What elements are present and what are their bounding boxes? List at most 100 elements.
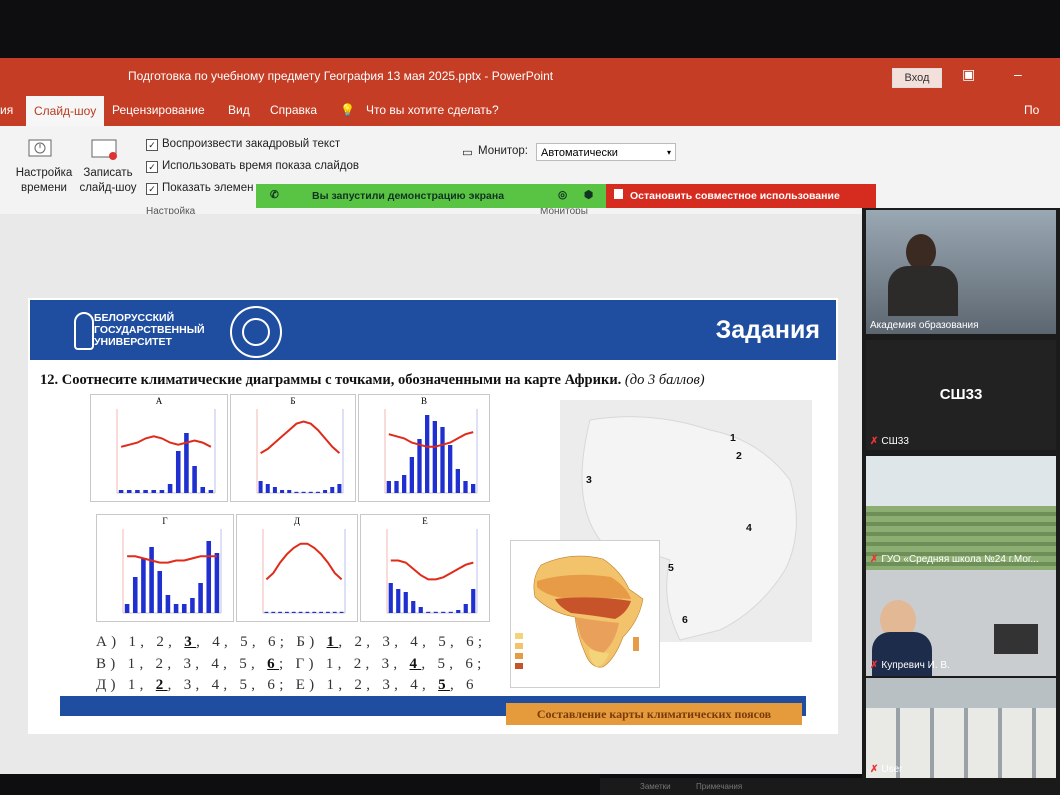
precip-bar [167,484,173,493]
precip-bar [330,487,335,493]
mic-muted-icon: ✗ [870,554,879,565]
precip-bar [181,604,187,613]
minimize-icon[interactable]: – [1014,66,1022,82]
precip-bar [280,490,285,493]
climate-chart-b: Б [230,394,356,502]
video-tile-ssh33[interactable]: СШ33 ✗ СШ33 [866,340,1056,450]
slide-header: БЕЛОРУССКИЙ ГОСУДАРСТВЕННЫЙ УНИВЕРСИТЕТ … [30,300,836,360]
timings-label: Использовать время показа слайдов [162,160,359,172]
chart-label: В [421,396,427,406]
chart-label: Г [162,516,167,526]
temperature-line [390,559,474,581]
precip-bar [463,481,468,493]
tab-help[interactable]: Справка [270,103,317,117]
tab-animations[interactable]: ия [0,103,13,117]
timings-checkbox[interactable]: ✓ Использовать время показа слайдов [146,160,359,173]
record-slideshow-button[interactable]: Записать слайд-шоу [76,166,140,196]
screen-share-banner: ✆ Вы запустили демонстрацию экрана ◎ ⬢ [256,184,608,208]
precip-bar [151,490,157,493]
precip-bar [264,611,269,613]
chart-label: А [156,396,163,406]
mic-muted-icon: ✗ [870,660,879,671]
chevron-down-icon: ▾ [666,148,671,157]
rehearse-timings-button[interactable]: Настройка времени [14,166,74,196]
login-button[interactable]: Вход [892,68,942,88]
video-tile-school24[interactable]: ✗ ГУО «Средняя школа №24 г.Мог... [866,456,1056,570]
temperature-line [260,420,341,454]
comments-button[interactable]: Примечания [696,782,742,791]
precip-bar [141,559,146,613]
precip-bar [417,439,422,493]
answer-line: А) 1, 2, 3, 4, 5, 6; Б) 1, 2, 3, 4, 5, 6… [96,634,486,651]
chart-svg: Е [386,516,478,614]
title-bar: Подготовка по учебному предмету Географи… [0,58,1060,94]
record-icon[interactable] [90,136,120,164]
tab-slideshow[interactable]: Слайд-шоу [26,96,105,126]
precip-bar [175,451,181,493]
chart-svg: В [384,396,478,494]
task-text: 12. Соотнесите климатические диаграммы с… [40,372,830,389]
precip-bar [214,553,220,613]
tile-label: ✗ Купревич И. В. [870,660,950,671]
climate-chart-e: Е [360,514,490,622]
map-point: 4 [746,522,752,534]
video-tile-kuprevich[interactable]: ✗ Купревич И. В. [866,570,1056,676]
tile-label-text: User [881,764,903,775]
precip-bar [157,571,163,613]
precip-bar [165,595,171,613]
monitor-select[interactable]: Автоматически ▾ [536,143,676,161]
narration-label: Воспроизвести закадровый текст [162,138,341,150]
precip-bar [315,491,320,493]
precip-bar [278,611,282,613]
answer-line: В) 1, 2, 3, 4, 5, 6; Г) 1, 2, 3, 4, 5, 6… [96,656,486,673]
tab-review[interactable]: Рецензирование [112,103,205,117]
precip-bar [298,611,303,613]
precip-bar [418,607,423,613]
university-line: ГОСУДАРСТВЕННЫЙ [94,324,205,336]
map-point: 1 [730,432,736,444]
video-tile-academy[interactable]: Академия образования [866,210,1056,334]
shield-icon: ⬢ [584,189,594,201]
precip-bar [440,427,445,493]
stopwatch-icon[interactable] [26,136,56,164]
answer-text: Б) [296,634,327,650]
tile-label-text: СШ33 [881,436,909,447]
chart-svg: Д [262,516,346,614]
answer-text: , 2, 3, 4, 5, 6; [338,634,487,650]
precip-bar [124,604,130,613]
tab-view[interactable]: Вид [228,103,250,117]
answer-line: Д) 1, 2, 3, 4, 5, 6; Е) 1, 2, 3, 4, 5, 6 [96,677,478,694]
africa-zones-icon [515,555,644,669]
precip-bar [190,598,195,613]
tell-me-input[interactable]: Что вы хотите сделать? [366,103,499,117]
climate-chart-d: Д [236,514,358,622]
precip-bar [135,490,140,493]
precip-bar [305,611,310,613]
precip-bar [456,610,461,613]
share-button[interactable]: По [1024,103,1039,117]
pause-icon[interactable]: ◎ [558,189,567,201]
temperature-line [120,435,212,448]
precip-bar [448,611,453,613]
media-checkbox[interactable]: ✓ Показать элемен [146,182,253,195]
precip-bar [388,583,393,613]
answer-selected: 6 [267,656,279,672]
ribbon-display-icon[interactable]: ▣ [962,66,975,83]
map-point: 3 [586,474,592,486]
task-question: 12. Соотнесите климатические диаграммы с… [40,372,622,388]
precip-bar [287,490,292,493]
person-head [906,234,936,270]
precip-bar [326,611,330,613]
climate-map-button[interactable]: Составление карты климатических поясов [506,703,802,725]
precip-bar [409,457,414,493]
video-tile-user[interactable]: ✗ User [866,678,1056,782]
precip-bar [432,421,437,493]
stop-sharing-button[interactable]: Остановить совместное использование [606,184,876,208]
person-body [888,266,958,316]
map-point: 2 [736,450,742,462]
narration-checkbox[interactable]: ✓ Воспроизвести закадровый текст [146,138,340,151]
notes-button[interactable]: Заметки [640,782,671,791]
answer-selected: 4 [409,656,422,672]
precip-bar [132,577,138,613]
precip-bar [319,611,323,613]
